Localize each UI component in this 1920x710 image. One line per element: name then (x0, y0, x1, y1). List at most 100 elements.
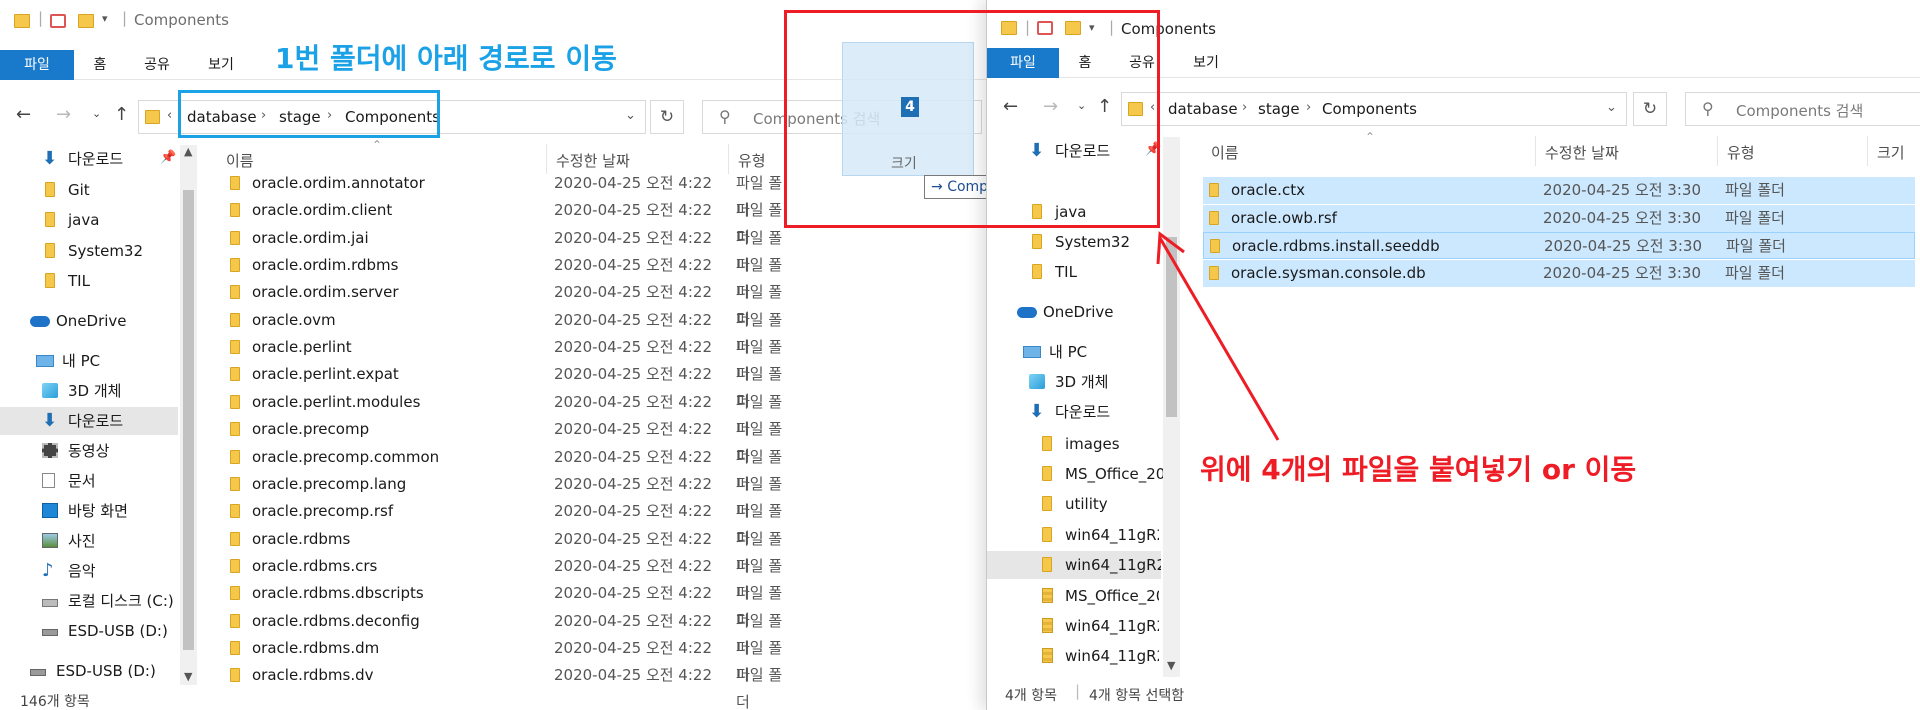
forward-arrow-icon[interactable]: → (56, 104, 71, 125)
folder-icon (1209, 210, 1219, 225)
nav-item-win64-b[interactable]: win64_11gR2_c (987, 551, 1161, 579)
breadcrumb-components[interactable]: Components (1322, 100, 1417, 118)
table-row[interactable]: oracle.ovm 2020-04-25 오전 4:22 파일 폴더 (228, 307, 788, 356)
nav-item-win64-zip-b[interactable]: win64_11gR2_c (1039, 642, 1159, 670)
refresh-icon[interactable]: ↻ (650, 100, 684, 134)
chevron-right-icon[interactable]: › (1242, 100, 1247, 115)
table-row[interactable]: oracle.rdbms.deconfig 2020-04-25 오전 4:22 파… (228, 608, 788, 657)
table-row[interactable]: oracle.ordim.server 2020-04-25 오전 4:22 파일 … (228, 279, 788, 328)
table-row[interactable]: oracle.rdbms.dm 2020-04-25 오전 4:22 파일 폴더 (228, 635, 788, 684)
table-row[interactable]: oracle.ordim.rdbms 2020-04-25 오전 4:22 파일 폴… (228, 252, 788, 301)
scrollbar-thumb[interactable] (183, 190, 194, 650)
scrollbar-thumb[interactable] (1166, 237, 1177, 417)
table-row[interactable]: oracle.rdbms.install.seeddb 2020-04-25 오전… (1203, 232, 1915, 259)
nav-item-pictures[interactable]: 사진 (42, 527, 182, 555)
tab-file[interactable]: 파일 (0, 50, 74, 80)
nav-item-utility[interactable]: utility (1039, 490, 1169, 518)
tab-home[interactable]: 홈 (78, 50, 122, 80)
nav-pane-scrollbar[interactable]: ▲ ▼ (180, 145, 197, 685)
nav-item-til[interactable]: TIL (42, 267, 172, 295)
nav-item-git[interactable]: Git (42, 176, 172, 204)
table-row[interactable]: oracle.perlint.modules 2020-04-25 오전 4:22… (228, 389, 788, 438)
nav-item-videos[interactable]: 동영상 (42, 437, 182, 465)
column-header-date[interactable]: 수정한 날짜 (556, 150, 630, 171)
column-divider[interactable] (1535, 136, 1536, 166)
scroll-down-icon[interactable]: ▼ (184, 670, 192, 683)
breadcrumb-database[interactable]: database (1168, 100, 1238, 118)
pin-icon[interactable]: 📌 (160, 150, 176, 165)
nav-item-til[interactable]: TIL (1029, 258, 1159, 286)
nav-item-3d-objects[interactable]: 3D 개체 (1029, 368, 1169, 396)
nav-item-java[interactable]: java (42, 206, 172, 234)
nav-item-images[interactable]: images (1039, 430, 1169, 458)
breadcrumb-stage[interactable]: stage (1258, 100, 1300, 118)
table-row[interactable]: oracle.precomp.lang 2020-04-25 오전 4:22 파일 … (228, 471, 788, 520)
nav-item-win64-zip-a[interactable]: win64_11gR2_c (1039, 612, 1159, 640)
nav-item-desktop[interactable]: 바탕 화면 (42, 497, 182, 525)
address-dropdown-chevron-icon[interactable]: ⌄ (625, 108, 636, 123)
column-header-type[interactable]: 유형 (1727, 142, 1755, 163)
nav-item-ms-office-zip[interactable]: MS_Office_200 (1039, 582, 1159, 610)
nav-item-win64-a[interactable]: win64_11gR2_c (1039, 521, 1159, 549)
address-dropdown-chevron-icon[interactable]: ⌄ (1606, 100, 1617, 115)
up-arrow-icon[interactable]: ↑ (114, 104, 129, 125)
table-row[interactable]: oracle.precomp 2020-04-25 오전 4:22 파일 폴더 (228, 416, 788, 465)
table-row[interactable]: oracle.sysman.console.db 2020-04-25 오전 3:… (1203, 259, 1915, 287)
nav-item-this-pc[interactable]: 내 PC (1023, 338, 1173, 366)
search-box[interactable]: ⚲ Components 검색 (1685, 92, 1920, 126)
nav-item-local-disk[interactable]: 로컬 디스크 (C:) (42, 587, 182, 615)
back-arrow-icon[interactable]: ← (16, 104, 31, 125)
nav-item-3d-objects[interactable]: 3D 개체 (42, 377, 182, 405)
properties-checkbox-icon[interactable] (50, 14, 66, 28)
column-divider[interactable] (1717, 136, 1718, 166)
nav-item-onedrive[interactable]: OneDrive (30, 307, 180, 335)
table-row[interactable]: oracle.precomp.rsf 2020-04-25 오전 4:22 파일 폴… (228, 498, 788, 547)
table-row[interactable]: oracle.rdbms 2020-04-25 오전 4:22 파일 폴더 (228, 526, 788, 575)
nav-item-downloads-pc[interactable]: ⬇ 다운로드 (1029, 398, 1169, 426)
nav-pane-scrollbar[interactable]: ▼ (1163, 137, 1180, 677)
nav-item-ms-office[interactable]: MS_Office_200 (1039, 460, 1169, 488)
tab-share[interactable]: 공유 (132, 50, 182, 80)
table-row[interactable]: oracle.rdbms.dv 2020-04-25 오전 4:22 파일 폴더 (228, 662, 788, 710)
tab-view[interactable]: 보기 (196, 50, 246, 80)
column-header-name[interactable]: 이름 (226, 150, 254, 171)
nav-item-music[interactable]: ♪ 음악 (42, 557, 182, 585)
nav-item-onedrive[interactable]: OneDrive (1017, 298, 1167, 326)
table-row[interactable]: oracle.ordim.annotator 2020-04-25 오전 4:22… (228, 170, 788, 219)
table-row[interactable]: oracle.rdbms.crs 2020-04-25 오전 4:22 파일 폴더 (228, 553, 788, 602)
nav-item-this-pc[interactable]: 내 PC (36, 347, 186, 375)
column-header-date[interactable]: 수정한 날짜 (1545, 142, 1619, 163)
nav-item-esd-usb[interactable]: ESD-USB (D:) (42, 617, 182, 645)
breadcrumb-overflow-icon[interactable]: ‹ (167, 108, 172, 123)
table-row[interactable]: oracle.ordim.client 2020-04-25 오전 4:22 파일 … (228, 197, 788, 246)
download-arrow-icon: ⬇ (42, 148, 58, 169)
table-row[interactable]: oracle.ordim.jai 2020-04-25 오전 4:22 파일 폴더 (228, 225, 788, 274)
folder-icon (45, 273, 55, 288)
file-name: oracle.ordim.rdbms (252, 256, 399, 275)
customize-toolbar-icon[interactable]: ▾ (102, 12, 108, 25)
scroll-up-icon[interactable]: ▲ (184, 145, 192, 158)
scroll-down-icon[interactable]: ▼ (1167, 659, 1175, 672)
nav-item-system32[interactable]: System32 (42, 237, 172, 265)
column-header-type[interactable]: 유형 (738, 150, 766, 171)
column-divider[interactable] (1867, 136, 1868, 166)
nav-item-downloads-pc[interactable]: ⬇ 다운로드 (0, 407, 178, 435)
nav-item-esd-usb-root[interactable]: ESD-USB (D:) (30, 657, 180, 685)
nav-item-system32[interactable]: System32 (1029, 228, 1159, 256)
nav-item-documents[interactable]: 문서 (42, 467, 182, 495)
refresh-icon[interactable]: ↻ (1633, 92, 1667, 126)
table-row[interactable]: oracle.ctx 2020-04-25 오전 3:30 파일 폴더 (1203, 177, 1915, 204)
chevron-right-icon[interactable]: › (1306, 100, 1311, 115)
table-row[interactable]: oracle.owb.rsf 2020-04-25 오전 3:30 파일 폴더 (1203, 204, 1915, 232)
table-row[interactable]: oracle.perlint.expat 2020-04-25 오전 4:22 파일… (228, 361, 788, 410)
table-row[interactable]: oracle.rdbms.dbscripts 2020-04-25 오전 4:22… (228, 580, 788, 629)
new-folder-icon[interactable] (78, 14, 94, 28)
table-row[interactable]: oracle.perlint 2020-04-25 오전 4:22 파일 폴더 (228, 334, 788, 383)
column-header-name[interactable]: 이름 (1211, 142, 1239, 163)
table-row[interactable]: oracle.precomp.common 2020-04-25 오전 4:22 파… (228, 444, 788, 493)
column-header-size[interactable]: 크기 (1877, 142, 1905, 163)
tab-view[interactable]: 보기 (1181, 48, 1231, 78)
address-bar[interactable]: ‹ database › stage › Components ⌄ (1121, 92, 1627, 126)
nav-item-downloads[interactable]: ⬇ 다운로드 (42, 145, 172, 173)
recent-locations-chevron-icon[interactable]: ⌄ (92, 107, 101, 120)
